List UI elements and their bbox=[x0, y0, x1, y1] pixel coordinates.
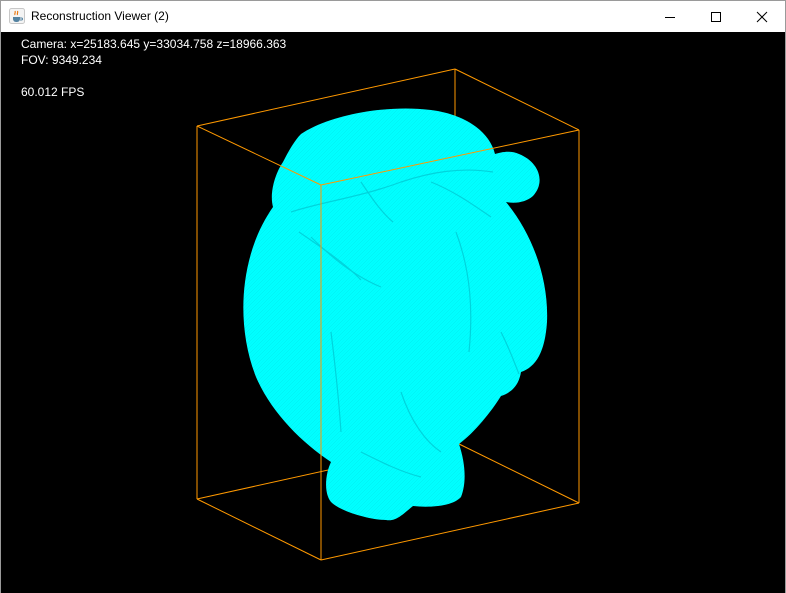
reconstruction-viewer-window: Reconstruction Viewer (2) Camera: x=2518… bbox=[0, 0, 786, 593]
maximize-button[interactable] bbox=[693, 1, 739, 32]
fps-readout: 60.012 FPS bbox=[21, 85, 85, 99]
window-title: Reconstruction Viewer (2) bbox=[31, 9, 169, 23]
title-bar[interactable]: Reconstruction Viewer (2) bbox=[1, 1, 785, 32]
reconstruction-scene[interactable] bbox=[1, 32, 785, 593]
fov-readout: FOV: 9349.234 bbox=[21, 53, 102, 67]
camera-readout: Camera: x=25183.645 y=33034.758 z=18966.… bbox=[21, 37, 287, 51]
maximize-icon bbox=[711, 11, 721, 22]
reconstruction-mesh[interactable] bbox=[243, 108, 548, 521]
mesh-body bbox=[243, 108, 548, 521]
close-icon bbox=[756, 11, 768, 22]
minimize-button[interactable] bbox=[647, 1, 693, 32]
close-button[interactable] bbox=[739, 1, 785, 32]
java-coffee-cup-icon bbox=[9, 8, 25, 24]
3d-viewport[interactable]: Camera: x=25183.645 y=33034.758 z=18966.… bbox=[1, 32, 785, 593]
minimize-icon bbox=[665, 16, 675, 18]
